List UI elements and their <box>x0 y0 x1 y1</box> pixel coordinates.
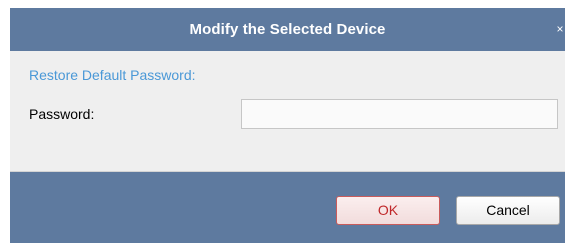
cancel-button[interactable]: Cancel <box>456 196 560 225</box>
password-label: Password: <box>29 106 95 122</box>
ok-button[interactable]: OK <box>336 196 440 225</box>
modify-device-dialog: Modify the Selected Device × Restore Def… <box>0 0 565 243</box>
dialog-footer: OK Cancel <box>10 172 565 243</box>
dialog-body: Restore Default Password: Password: <box>10 51 565 172</box>
dialog-title: Modify the Selected Device <box>189 21 386 38</box>
password-input[interactable] <box>241 99 558 129</box>
restore-default-password-label: Restore Default Password: <box>29 67 196 83</box>
dialog-titlebar: Modify the Selected Device × <box>10 8 565 51</box>
close-icon[interactable]: × <box>555 8 565 51</box>
